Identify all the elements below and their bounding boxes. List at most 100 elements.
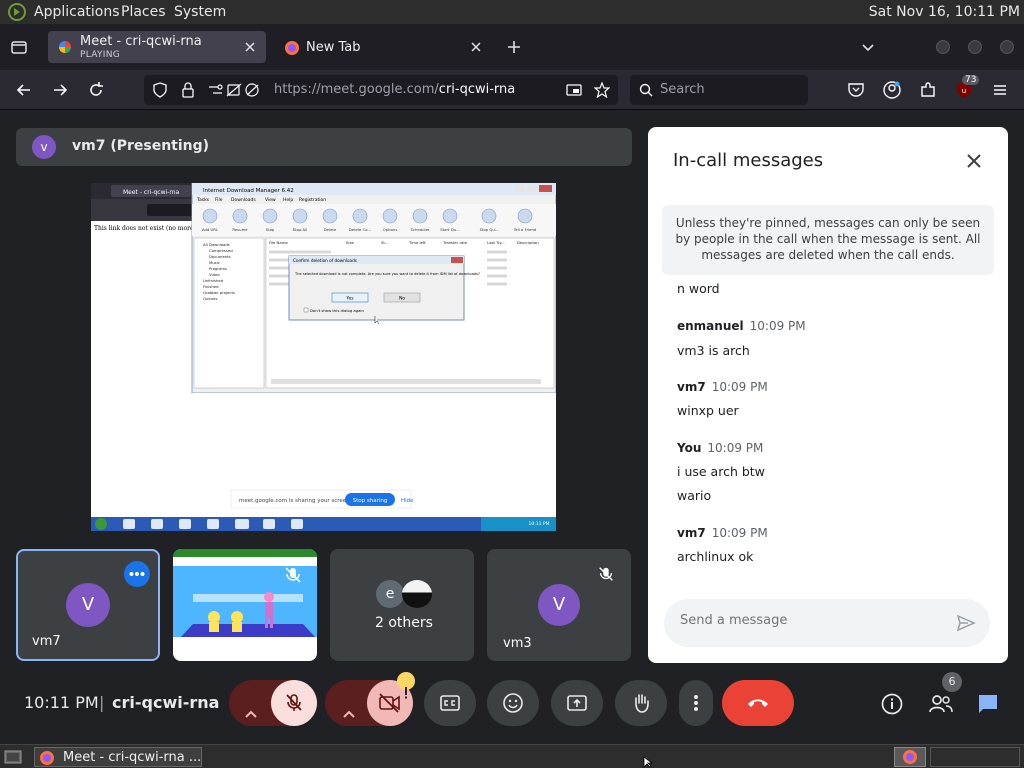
- browser-nav-bar: https://meet.google.com/cri-qcwi-rna Sea…: [0, 70, 1024, 110]
- url-bar[interactable]: https://meet.google.com/cri-qcwi-rna: [144, 75, 618, 105]
- idm-category: Music: [209, 260, 220, 265]
- participant-tile-others[interactable]: e 2 others: [330, 549, 474, 661]
- shared-screen-content: Meet - cri-qcwi-rna This link does not e…: [91, 183, 556, 531]
- close-window-button[interactable]: [1000, 40, 1014, 54]
- meeting-code: cri-qcwi-rna: [112, 693, 220, 712]
- idm-menu-item: Help: [283, 197, 293, 203]
- shared-screen[interactable]: Meet - cri-qcwi-rna This link does not e…: [91, 183, 556, 531]
- meeting-details-icon[interactable]: [880, 692, 904, 716]
- idm-column: File Name: [269, 240, 288, 245]
- maximize-window-button[interactable]: [968, 40, 982, 54]
- places-menu[interactable]: Places: [121, 4, 166, 20]
- participant-tile-vm7[interactable]: V vm7: [16, 549, 160, 661]
- message-text: i use arch btw: [677, 464, 765, 479]
- message-time: 10:09 PM: [707, 441, 764, 455]
- mic-off-icon: [286, 694, 302, 711]
- url-text[interactable]: https://meet.google.com/cri-qcwi-rna: [274, 82, 515, 97]
- microphone-off-button[interactable]: [271, 680, 317, 726]
- participant-name: vm3: [503, 636, 532, 651]
- more-options-button[interactable]: [679, 680, 713, 726]
- minimize-window-button[interactable]: [936, 40, 950, 54]
- idm-category: Unfinished: [203, 278, 224, 283]
- message-header: vm7 10:09 PM: [677, 526, 768, 540]
- tab-meet[interactable]: Meet - cri-qcwi-rna PLAYING: [48, 31, 266, 63]
- close-tab-icon[interactable]: [242, 39, 258, 55]
- participant-avatar: V: [538, 584, 580, 626]
- back-arrow-icon[interactable]: [14, 80, 34, 100]
- idm-category: Queues: [203, 296, 217, 301]
- leave-call-button[interactable]: [722, 680, 794, 726]
- close-tab-icon[interactable]: [468, 39, 484, 55]
- system-clock[interactable]: Sat Nov 16, 10:11 PM: [869, 4, 1020, 20]
- url-path: cri-qcwi-rna: [438, 82, 516, 97]
- presenting-banner: v vm7 (Presenting): [16, 128, 632, 166]
- reload-icon[interactable]: [86, 80, 106, 100]
- idm-toolbar-label: Scheduler: [410, 227, 429, 232]
- tab-list-icon[interactable]: [10, 38, 28, 56]
- new-tab-plus-icon[interactable]: [506, 39, 522, 55]
- idm-toolbar-label: Stop: [266, 227, 275, 232]
- idm-menu-item: Downloads: [231, 197, 256, 203]
- hamburger-menu-icon[interactable]: [990, 80, 1010, 100]
- pocket-icon[interactable]: [846, 80, 866, 100]
- present-screen-button[interactable]: [551, 680, 603, 726]
- search-icon: [639, 83, 653, 97]
- lock-icon[interactable]: [180, 82, 196, 98]
- participant-tile-vm3[interactable]: V vm3: [487, 549, 631, 661]
- participant-tile-enmanuel[interactable]: enmanuel (Pre...: [173, 549, 317, 661]
- idm-toolbar-label: Resume: [232, 227, 248, 232]
- captions-button[interactable]: [424, 680, 476, 726]
- idm-column: St...: [381, 240, 389, 245]
- meeting-divider: |: [99, 693, 105, 712]
- tab-new-tab[interactable]: New Tab: [274, 31, 492, 63]
- meet-favicon-icon: [58, 40, 72, 54]
- workspace-switcher[interactable]: [894, 747, 926, 767]
- idm-toolbar-label: Delete: [324, 227, 337, 232]
- permissions-icon[interactable]: [208, 82, 262, 98]
- shared-hide-button: Hide: [401, 498, 414, 504]
- closed-captions-icon: [440, 695, 460, 711]
- bookmark-star-icon[interactable]: [594, 82, 610, 98]
- extensions-puzzle-icon[interactable]: [918, 80, 938, 100]
- meet-control-bar: 10:11 PM | cri-qcwi-rna 6: [0, 671, 1024, 735]
- account-icon[interactable]: [882, 80, 902, 100]
- system-menu[interactable]: System: [174, 4, 226, 20]
- applications-menu[interactable]: Applications: [34, 4, 120, 20]
- tracking-shield-icon[interactable]: [152, 82, 168, 98]
- firefox-icon: [39, 750, 55, 766]
- end-call-icon: [748, 699, 768, 707]
- system-logo-icon[interactable]: [8, 3, 26, 21]
- idm-menu-item: File: [215, 197, 223, 203]
- meet-page: v vm7 (Presenting) Meet - cri-qcwi-rna T…: [0, 111, 1024, 744]
- show-desktop-icon[interactable]: [4, 749, 22, 765]
- browser-tab-bar: Meet - cri-qcwi-rna PLAYING New Tab: [0, 24, 1024, 70]
- message-input-container: [664, 599, 990, 647]
- idm-column: Transfer rate: [442, 240, 468, 245]
- raise-hand-button[interactable]: [615, 680, 667, 726]
- list-all-tabs-chevron-icon[interactable]: [860, 39, 876, 55]
- chat-icon[interactable]: [976, 692, 1000, 716]
- message-sender: vm7: [677, 526, 706, 540]
- idm-toolbar-label: Stop Qu...: [480, 227, 499, 232]
- camera-control-group: [325, 672, 415, 726]
- send-icon[interactable]: [956, 613, 976, 633]
- svg-text:u: u: [962, 87, 966, 95]
- idm-toolbar-label: Start Qu...: [440, 227, 460, 232]
- message-time: 10:09 PM: [749, 319, 806, 333]
- search-bar[interactable]: Search: [630, 75, 808, 105]
- reactions-button[interactable]: [487, 680, 539, 726]
- message-input[interactable]: [680, 613, 940, 628]
- idm-category: Video: [209, 272, 220, 277]
- taskbar-window-button[interactable]: Meet - cri-qcwi-rna ...: [34, 747, 202, 767]
- workspace-slot[interactable]: [930, 747, 1020, 767]
- idm-toolbar-label: Delete Co...: [349, 227, 371, 232]
- people-icon[interactable]: [928, 692, 954, 716]
- forward-arrow-icon[interactable]: [50, 80, 70, 100]
- raise-hand-icon: [635, 694, 649, 713]
- participant-avatar-photo: [402, 580, 432, 608]
- message-sender: vm7: [677, 380, 706, 394]
- close-icon[interactable]: [964, 151, 984, 171]
- more-options-icon[interactable]: [124, 561, 150, 587]
- message-sender: enmanuel: [677, 319, 744, 333]
- screen-sharing-indicator-icon[interactable]: [566, 82, 582, 98]
